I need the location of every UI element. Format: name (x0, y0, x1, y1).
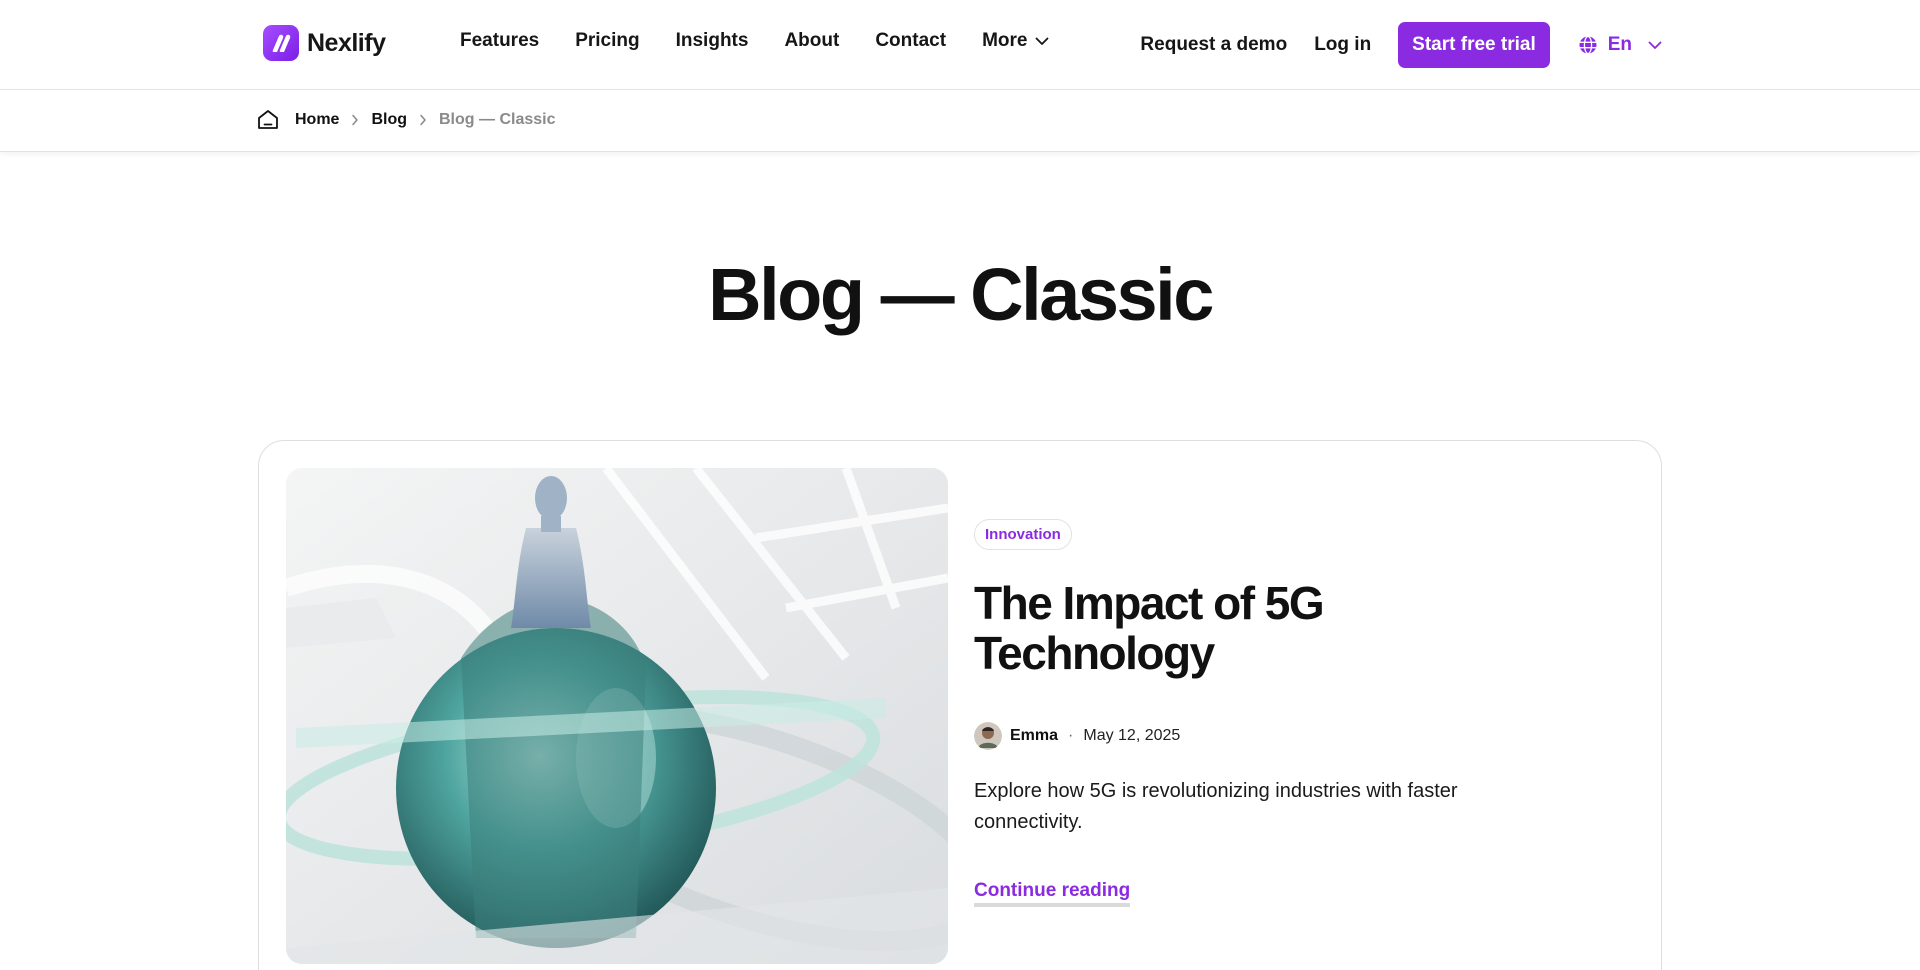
breadcrumb-current: Blog — Classic (439, 110, 556, 128)
nav-item-pricing[interactable]: Pricing (575, 30, 639, 52)
chevron-right-icon (419, 114, 427, 126)
brand-logo[interactable]: Nexlify (263, 25, 386, 61)
author-name[interactable]: Emma (1010, 727, 1058, 745)
post-thumbnail[interactable] (286, 468, 948, 964)
post-date: May 12, 2025 (1083, 727, 1181, 744)
logo-mark-icon (263, 25, 299, 61)
breadcrumb-bar: Home Blog Blog — Classic (0, 90, 1920, 152)
breadcrumb: Home Blog Blog — Classic (257, 109, 555, 130)
author-avatar (974, 722, 1002, 750)
chevron-down-icon (1648, 41, 1662, 49)
brand-name: Nexlify (307, 28, 386, 57)
category-badge[interactable]: Innovation (974, 519, 1072, 550)
login-link[interactable]: Log in (1314, 34, 1371, 56)
home-icon[interactable] (257, 109, 279, 130)
globe-icon (1579, 35, 1597, 55)
post-meta: Emma · May 12, 2025 (974, 722, 1534, 750)
nav-item-features[interactable]: Features (460, 30, 539, 52)
meta-separator: · (1068, 727, 1074, 744)
request-demo-link[interactable]: Request a demo (1140, 34, 1287, 56)
nav-more-label: More (982, 30, 1028, 51)
start-trial-button[interactable]: Start free trial (1398, 22, 1550, 68)
blog-post-card: Innovation The Impact of 5G Technology E… (258, 440, 1662, 970)
nav-item-insights[interactable]: Insights (676, 30, 749, 52)
header-actions: Request a demo Log in Start free trial E… (1140, 22, 1662, 68)
nav-item-contact[interactable]: Contact (875, 30, 946, 52)
page-title: Blog — Classic (708, 253, 1214, 336)
post-excerpt: Explore how 5G is revolutionizing indust… (974, 780, 1458, 833)
main-nav: Features Pricing Insights About Contact … (460, 30, 1049, 52)
site-header: Nexlify Features Pricing Insights About … (0, 0, 1920, 90)
chevron-right-icon (351, 114, 359, 126)
language-selector[interactable]: En (1578, 34, 1662, 56)
breadcrumb-blog[interactable]: Blog (371, 111, 407, 129)
language-label: En (1607, 34, 1632, 55)
post-title[interactable]: The Impact of 5G Technology (974, 578, 1534, 678)
nav-item-more[interactable]: More (982, 30, 1049, 52)
post-content: Innovation The Impact of 5G Technology E… (974, 519, 1534, 907)
breadcrumb-home[interactable]: Home (295, 111, 339, 129)
nav-item-about[interactable]: About (784, 30, 839, 52)
chevron-down-icon (1036, 37, 1049, 45)
continue-reading-link[interactable]: Continue reading (974, 880, 1131, 907)
post-image (286, 468, 948, 964)
